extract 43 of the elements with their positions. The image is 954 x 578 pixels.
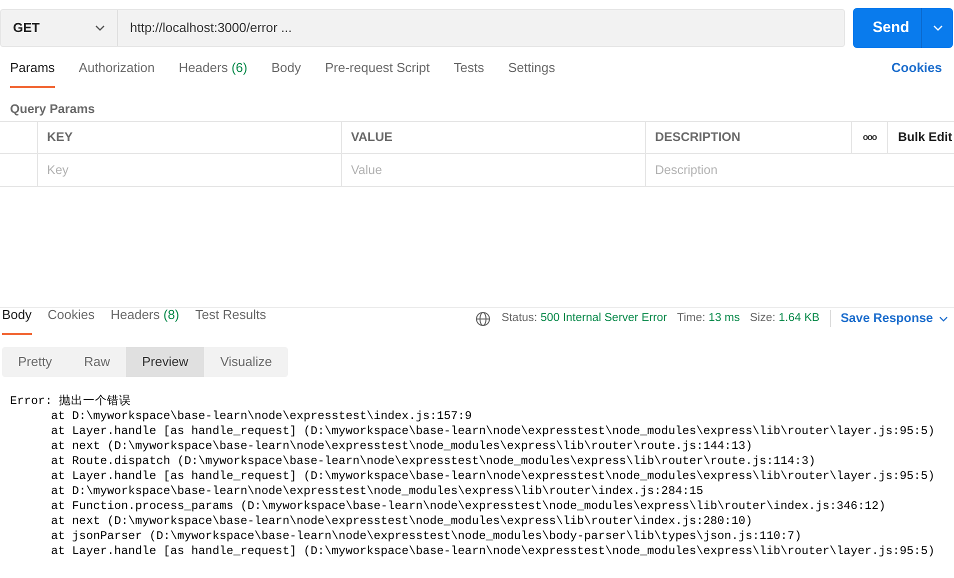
section-title: Query Params xyxy=(9,101,96,118)
chevron-down-icon xyxy=(939,316,948,322)
stack-trace-line: at Function.process_params (D:\myworkspace\base-learn\node\expresstest\node_modules\express\lib\router\index.js:346:12) xyxy=(51,499,887,514)
error-message: Error: 抛出一个错误 xyxy=(10,394,132,409)
stack-trace-line: at D:\myworkspace\base-learn\node\expresstest\index.js:157:9 xyxy=(51,409,473,424)
cookies-link[interactable]: Cookies xyxy=(891,58,942,88)
tab[interactable]: Tests xyxy=(454,58,484,88)
view-mode-tab[interactable]: Pretty xyxy=(2,347,68,377)
bulk-edit-button[interactable]: Bulk Edit xyxy=(898,128,952,147)
column-header: KEY xyxy=(47,129,73,146)
stack-trace-line: at next (D:\myworkspace\base-learn\node\expresstest\node_modules\express\lib\router\route.js:144:13) xyxy=(51,439,754,454)
more-options-button[interactable]: ooo xyxy=(862,130,876,144)
input-field[interactable]: Description xyxy=(655,160,852,180)
stack-trace-line: at Layer.handle [as handle_request] (D:\myworkspace\base-learn\node\expresstest\node_modules\express\lib\router\layer.js:95:5) xyxy=(51,424,936,439)
status-text: Status: 500 Internal Server Error xyxy=(501,311,668,326)
stack-trace-line: at Layer.handle [as handle_request] (D:\myworkspace\base-learn\node\expresstest\node_modules\express\lib\router\layer.js:95:5) xyxy=(51,544,936,559)
tab[interactable]: Headers (6) xyxy=(178,58,248,88)
tab[interactable]: Body xyxy=(2,304,32,335)
column-header: VALUE xyxy=(351,129,392,146)
tab[interactable]: Authorization xyxy=(78,58,155,88)
tab[interactable]: Params xyxy=(10,58,55,88)
stack-trace-line: at jsonParser (D:\myworkspace\base-learn\node\expresstest\node_modules\body-parser\lib\types\json.js:110:7) xyxy=(51,529,802,544)
tab[interactable]: Body xyxy=(271,58,301,88)
column-header: DESCRIPTION xyxy=(655,129,740,146)
tab[interactable]: Pre-request Script xyxy=(324,58,430,88)
view-mode-tab[interactable]: Raw xyxy=(68,347,126,377)
stack-trace-line: at next (D:\myworkspace\base-learn\node\expresstest\node_modules\express\lib\router\index.js:280:10) xyxy=(51,514,754,529)
input-field[interactable]: Key xyxy=(47,160,341,180)
stack-trace-line: at Layer.handle [as handle_request] (D:\myworkspace\base-learn\node\expresstest\node_modules\express\lib\router\layer.js:95:5) xyxy=(51,469,936,484)
chevron-down-icon xyxy=(932,25,942,31)
size-text: Size: 1.64 KB xyxy=(750,310,831,328)
input-field[interactable]: Value xyxy=(351,160,645,180)
save-response-button[interactable]: Save Response xyxy=(840,309,948,328)
stack-trace-line: at D:\myworkspace\base-learn\node\expresstest\node_modules\express\lib\router\index.js:284:15 xyxy=(51,484,704,499)
stack-trace-line: at Route.dispatch (D:\myworkspace\base-learn\node\expresstest\node_modules\express\lib\router\route.js:114:3) xyxy=(51,454,816,469)
tab[interactable]: Settings xyxy=(508,58,556,88)
tab[interactable]: Test Results xyxy=(195,304,266,335)
tab[interactable]: Cookies xyxy=(48,304,95,335)
globe-icon xyxy=(475,310,492,327)
time-text: Time: 13 ms xyxy=(677,311,740,326)
tab[interactable]: Headers (8) xyxy=(110,304,180,335)
view-mode-tab[interactable]: Visualize xyxy=(204,347,288,377)
view-mode-tab[interactable]: Preview xyxy=(126,347,204,377)
